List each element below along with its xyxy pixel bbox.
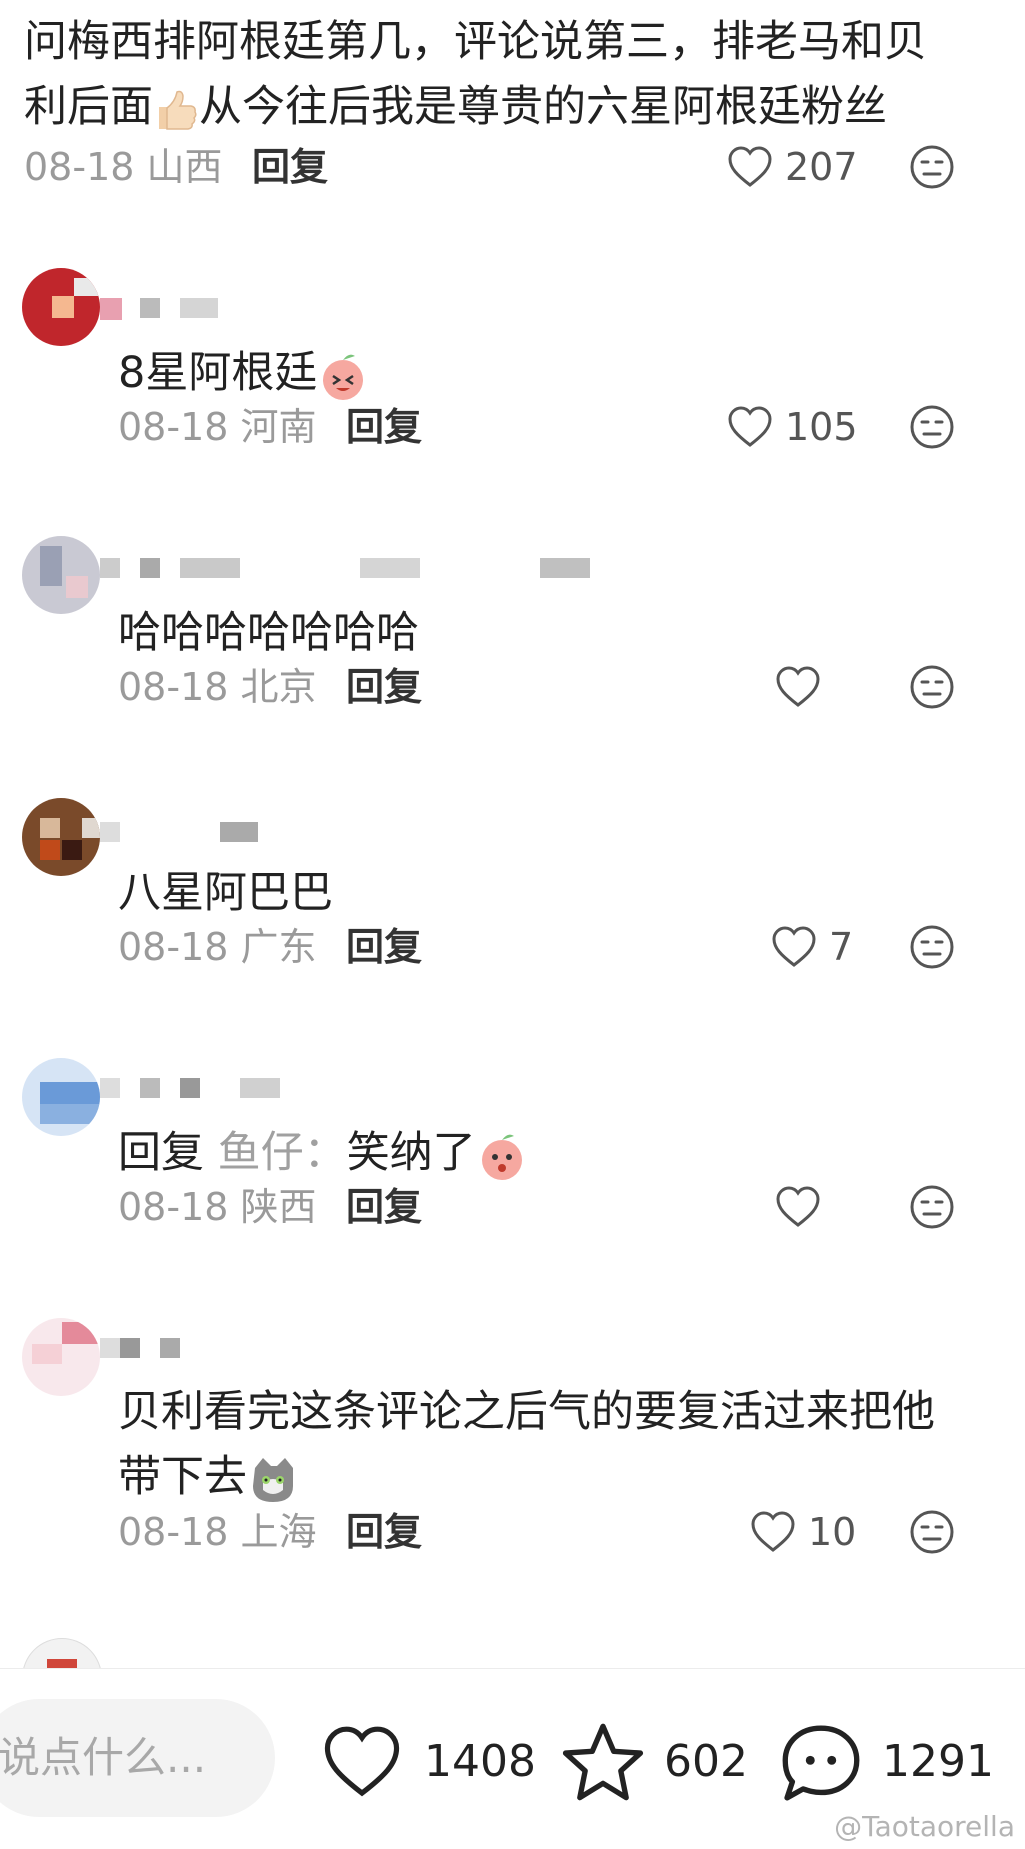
comment-text-segment: 从今往后我是尊贵的六星阿根廷粉丝: [199, 82, 887, 132]
avatar-pixel: [40, 818, 60, 838]
comment-text-segment: 8星阿根廷: [118, 348, 318, 398]
comment-input[interactable]: 说点什么...: [0, 1699, 275, 1817]
reply-to-user[interactable]: 鱼仔：: [218, 1128, 347, 1178]
avatar[interactable]: [22, 798, 100, 876]
avatar-pixel: [66, 576, 88, 598]
reply-button[interactable]: 回复: [346, 657, 422, 717]
reply-button[interactable]: 回复: [346, 1177, 422, 1237]
comment-text: 贝利看完这条评论之后气的要复活过来把他 带下去: [118, 1380, 1018, 1510]
comment-meta: 08-18 山西 回复 207: [0, 137, 1025, 197]
comment-text-segment: 笑纳了: [346, 1128, 476, 1178]
date-location: 08-18 山西: [24, 145, 223, 189]
avatar-pixel: [74, 278, 100, 296]
comment-meta: 08-18 河南 回复 105: [0, 397, 1025, 457]
cat-emoji-icon: [253, 1457, 293, 1502]
avatar[interactable]: [22, 1318, 100, 1396]
comment-bubble-icon[interactable]: [778, 1721, 864, 1805]
comment-text-segment: 利后面: [24, 82, 153, 132]
like-heart-icon[interactable]: [320, 1724, 404, 1800]
username-blurred: [100, 1338, 190, 1368]
comment-meta: 08-18 上海 回复 10: [0, 1502, 1025, 1562]
date-location: 08-18 陕西: [118, 1185, 317, 1229]
comment-text-line: 带下去: [118, 1445, 1018, 1510]
dislike-face-icon[interactable]: [908, 1183, 956, 1231]
comment-text-line: 贝利看完这条评论之后气的要复活过来把他: [118, 1387, 935, 1437]
avatar-pixel: [82, 818, 100, 838]
reply-button[interactable]: 回复: [346, 1502, 422, 1562]
avatar[interactable]: [22, 1058, 100, 1136]
date-location: 08-18 河南: [118, 405, 317, 449]
avatar-pixel: [62, 1322, 100, 1344]
bottom-action-bar: 说点什么... 1408 602 1291 @Taotaorella: [0, 1668, 1025, 1849]
watermark: @Taotaorella: [834, 1810, 1015, 1843]
reply-button[interactable]: 回复: [252, 137, 328, 197]
date-location: 08-18 北京: [118, 665, 317, 709]
avatar-pixel: [52, 296, 74, 318]
like-count: 7: [829, 925, 854, 969]
like-heart-icon[interactable]: [775, 1185, 821, 1229]
avatar[interactable]: [22, 268, 100, 346]
like-heart-icon[interactable]: [775, 665, 821, 709]
favorite-count: 602: [664, 1736, 748, 1787]
reply-button[interactable]: 回复: [346, 397, 422, 457]
date-location: 08-18 广东: [118, 925, 317, 969]
comment-text-segment: 带下去: [118, 1452, 247, 1502]
favorite-star-icon[interactable]: [560, 1721, 646, 1803]
like-count: 207: [785, 145, 858, 189]
reply-button[interactable]: 回复: [346, 917, 422, 977]
like-heart-icon[interactable]: [771, 925, 817, 969]
username-blurred: [100, 1078, 300, 1108]
comment-input-placeholder: 说点什么...: [0, 1733, 207, 1782]
comment-count: 1291: [882, 1736, 994, 1787]
comment-meta: 08-18 陕西 回复: [0, 1177, 1025, 1237]
avatar-pixel: [40, 546, 62, 586]
like-heart-icon[interactable]: [750, 1510, 796, 1554]
comment-meta: 08-18 北京 回复: [0, 657, 1025, 717]
like-count: 105: [785, 405, 858, 449]
comment-meta: 08-18 广东 回复 7: [0, 917, 1025, 977]
username-blurred: [100, 298, 220, 328]
laughing-peach-emoji-icon: [323, 354, 364, 400]
like-heart-icon[interactable]: [727, 405, 773, 449]
avatar-pixel: [40, 1082, 100, 1104]
like-count: 10: [808, 1510, 857, 1554]
date-location: 08-18 上海: [118, 1510, 317, 1554]
comment-text-line: 利后面 从今往后我是尊贵的六星阿根廷粉丝: [24, 75, 1004, 140]
dislike-face-icon[interactable]: [908, 663, 956, 711]
peach-shy-emoji-icon: [481, 1134, 522, 1180]
username-blurred: [100, 822, 260, 852]
thumbs-up-emoji-icon: [159, 90, 197, 130]
avatar[interactable]: [22, 536, 100, 614]
dislike-face-icon[interactable]: [908, 403, 956, 451]
avatar-pixel: [40, 1104, 100, 1124]
like-count: 1408: [424, 1736, 536, 1787]
like-heart-icon[interactable]: [727, 145, 773, 189]
avatar-pixel: [40, 840, 60, 860]
username-blurred: [100, 558, 600, 588]
dislike-face-icon[interactable]: [908, 143, 956, 191]
comment-text-line: 问梅西排阿根廷第几，评论说第三，排老马和贝: [24, 17, 927, 67]
comment-text: 问梅西排阿根廷第几，评论说第三，排老马和贝 利后面 从今往后我是尊贵的六星阿根廷粉…: [24, 10, 1004, 140]
reply-prefix: 回复: [118, 1128, 204, 1178]
avatar-pixel: [62, 840, 82, 860]
dislike-face-icon[interactable]: [908, 1508, 956, 1556]
dislike-face-icon[interactable]: [908, 923, 956, 971]
avatar-pixel: [32, 1344, 62, 1364]
